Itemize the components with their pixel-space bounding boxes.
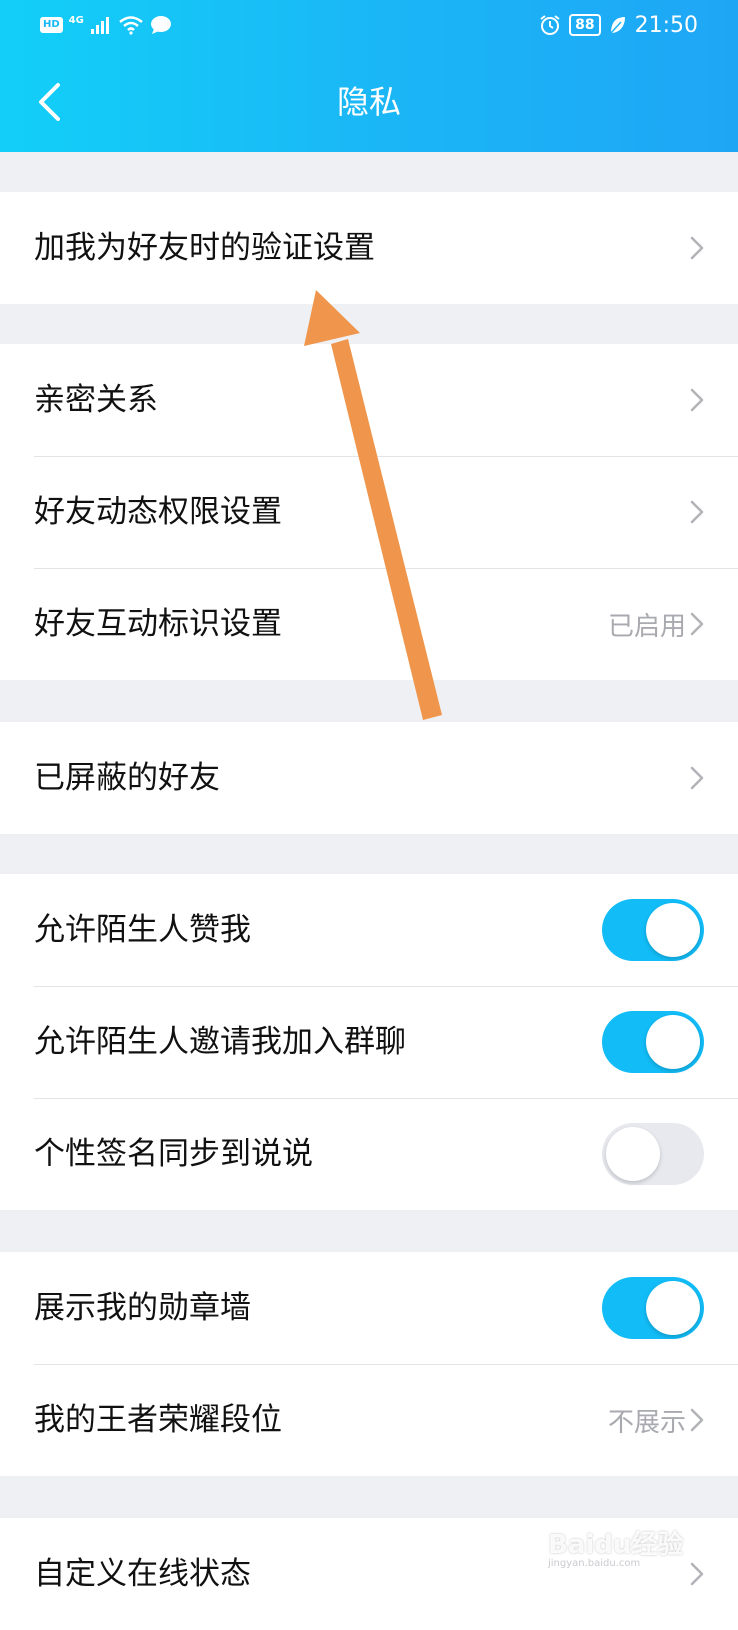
chevron-right-icon [690,388,704,412]
row-label: 已屏蔽的好友 [34,760,220,796]
chevron-right-icon [690,500,704,524]
row-allow-stranger-group-invite: 允许陌生人邀请我加入群聊 [0,986,738,1098]
network-type: 4G [68,14,84,26]
allow-stranger-likes-toggle[interactable] [602,899,704,961]
signal-icon [90,17,109,34]
toggle-knob [646,1281,700,1335]
chevron-right-icon [690,766,704,790]
settings-group-verification: 加我为好友时的验证设置 [0,192,738,304]
row-sync-signature-to-posts: 个性签名同步到说说 [0,1098,738,1210]
row-value: 已启用 [607,611,686,642]
settings-group-display: 展示我的勋章墙 我的王者荣耀段位 不展示 [0,1252,738,1476]
nav-bar: 隐私 [0,52,738,152]
allow-stranger-group-invite-toggle[interactable] [602,1011,704,1073]
row-blocked-friends[interactable]: 已屏蔽的好友 [0,722,738,834]
chevron-right-icon [690,1408,704,1432]
row-honor-of-kings-rank[interactable]: 我的王者荣耀段位 不展示 [0,1364,738,1476]
status-bar: HD 4G 88 21:50 [0,0,738,52]
sync-signature-toggle[interactable] [602,1123,704,1185]
row-label: 允许陌生人赞我 [34,912,251,948]
status-time: 21:50 [634,12,698,38]
settings-group-friends: 亲密关系 好友动态权限设置 好友互动标识设置 已启用 [0,344,738,680]
row-label: 允许陌生人邀请我加入群聊 [34,1024,406,1060]
app-header: HD 4G 88 21:50 隐私 [0,0,738,152]
toggle-knob [646,1015,700,1069]
alarm-icon [540,15,560,35]
show-medal-wall-toggle[interactable] [602,1277,704,1339]
row-label: 好友互动标识设置 [34,606,282,642]
row-label: 个性签名同步到说说 [34,1136,313,1172]
row-show-medal-wall: 展示我的勋章墙 [0,1252,738,1364]
row-allow-stranger-likes: 允许陌生人赞我 [0,874,738,986]
toggle-knob [646,903,700,957]
row-label: 亲密关系 [34,382,158,418]
row-label: 我的王者荣耀段位 [34,1402,282,1438]
watermark-logo: Baidu经验 [548,1530,684,1560]
row-friend-interaction-marks[interactable]: 好友互动标识设置 已启用 [0,568,738,680]
watermark-url: jingyan.baidu.com [548,1558,641,1569]
wifi-icon [119,16,143,35]
row-label: 展示我的勋章墙 [34,1290,251,1326]
toggle-knob [606,1127,660,1181]
chevron-right-icon [690,236,704,260]
battery-indicator: 88 [569,14,601,36]
chevron-right-icon [690,1562,704,1586]
row-label: 加我为好友时的验证设置 [34,230,375,266]
chat-bubble-icon [150,16,171,34]
row-friend-feed-permissions[interactable]: 好友动态权限设置 [0,456,738,568]
settings-group-strangers: 允许陌生人赞我 允许陌生人邀请我加入群聊 个性签名同步到说说 [0,874,738,1210]
row-label: 好友动态权限设置 [34,494,282,530]
hd-badge: HD [40,17,63,33]
baidu-watermark: Baidu经验 jingyan.baidu.com [548,1524,688,1569]
row-friend-verification-settings[interactable]: 加我为好友时的验证设置 [0,192,738,304]
row-intimate-relationship[interactable]: 亲密关系 [0,344,738,456]
row-label: 自定义在线状态 [34,1556,251,1592]
row-value: 不展示 [607,1407,686,1438]
settings-group-blocked: 已屏蔽的好友 [0,722,738,834]
chevron-right-icon [690,612,704,636]
leaf-icon [610,17,625,34]
page-title: 隐私 [336,83,401,121]
